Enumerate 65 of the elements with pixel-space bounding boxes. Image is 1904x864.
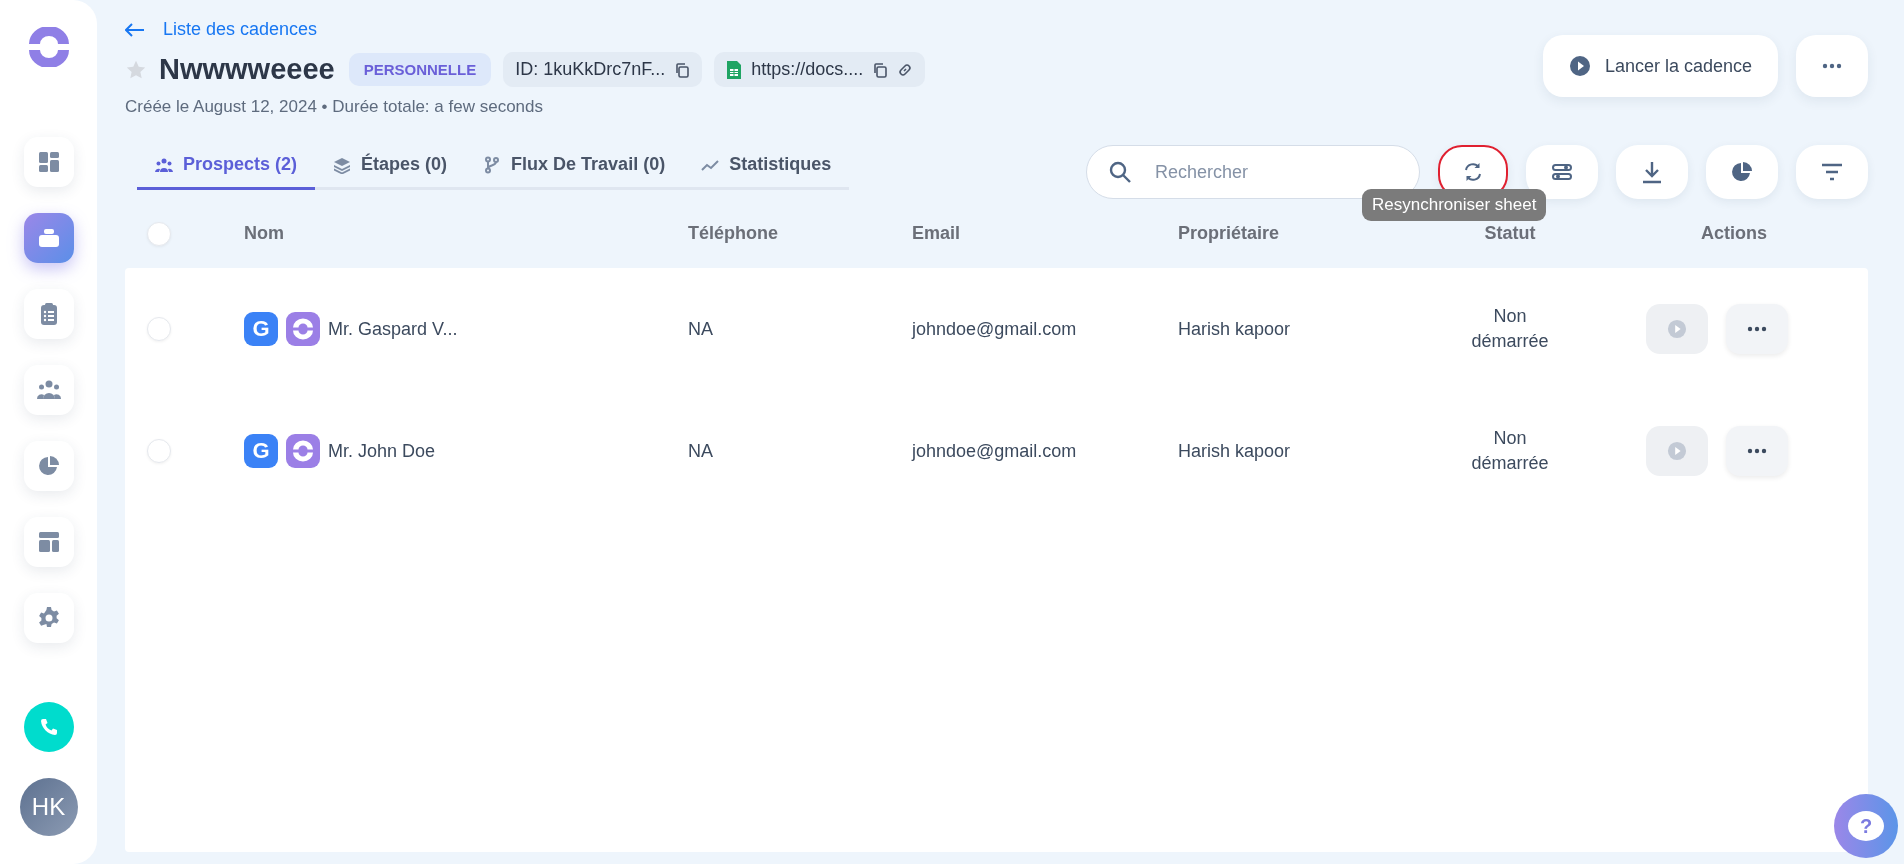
back-link[interactable]: Liste des cadences [125,19,318,40]
column-header: Nom [244,223,285,244]
phone-icon [38,717,59,737]
status-text: Non démarrée [1470,427,1550,475]
tab[interactable]: Flux De Travail (0) [465,154,684,190]
stats-button[interactable] [1706,145,1778,199]
nav-item[interactable] [23,289,74,339]
settings-button[interactable] [1526,145,1598,199]
owner-text: Harish kapoor [1178,440,1292,462]
column-header: Propriétaire [1178,223,1281,244]
prospect-name[interactable]: Mr. John Doe [328,440,436,462]
nav-item[interactable] [23,213,74,263]
link-icon[interactable] [897,61,914,78]
copy-icon[interactable] [872,61,889,78]
select-all-checkbox[interactable] [147,221,171,246]
more-icon [1747,448,1767,454]
launch-button[interactable]: Lancer la cadence [1542,35,1778,97]
user-avatar[interactable]: HK [19,778,78,836]
nav-item[interactable] [23,441,74,491]
play-icon [1568,55,1591,77]
cadence-subtitle: Créée le August 12, 2024 • Durée totale: a few seconds [125,97,544,117]
copy-icon[interactable] [674,61,691,78]
help-button[interactable]: ? [1834,794,1898,858]
source-badge: G [244,312,278,346]
spreadsheet-icon [726,59,743,80]
more-icon [1747,326,1767,332]
owner-text: Harish kapoor [1178,318,1292,340]
status-text: Non démarrée [1470,305,1550,353]
type-badge: PERSONNELLE [348,53,492,86]
play-icon [1667,441,1687,461]
column-header: Email [912,223,962,244]
email-text: johndoe@gmail.com [912,318,1078,340]
play-icon [1667,319,1687,339]
download-button[interactable] [1616,145,1688,199]
search-field[interactable]: Rechercher [1086,145,1420,199]
nav-item[interactable] [23,593,74,643]
phone-text: NA [688,318,714,340]
source-badge: G [244,434,278,468]
id-text: ID: 1kuKkDrc7nF... [515,59,666,80]
branch-icon [483,155,502,174]
column-header: Statut [1484,223,1536,244]
nav-item[interactable] [23,517,74,567]
logo-icon [291,440,315,462]
sheet-link[interactable]: https://docs.... [751,59,864,80]
tab[interactable]: Statistiques [683,154,850,190]
cadence-title: Nwwwweeee [159,53,335,86]
search-icon [1108,160,1132,184]
column-header: Téléphone [688,223,779,244]
phone-button[interactable] [23,702,74,752]
phone-text: NA [688,440,714,462]
prospect-name[interactable]: Mr. Gaspard V... [328,318,458,340]
nav-item[interactable] [23,365,74,415]
tab[interactable]: Prospects (2) [137,154,316,190]
more-icon [1822,63,1842,69]
back-arrow-icon [125,22,145,37]
logo-icon [291,318,315,340]
column-header: Actions [1701,223,1767,244]
row-checkbox[interactable] [147,439,171,463]
tooltip: Resynchroniser sheet [1362,189,1547,221]
back-link-label: Liste des cadences [163,19,318,40]
row-checkbox[interactable] [147,317,171,341]
email-text: johndoe@gmail.com [912,440,1078,462]
nav-item[interactable] [23,137,74,187]
tab[interactable]: Étapes (0) [315,154,466,190]
layers-icon [333,155,352,174]
